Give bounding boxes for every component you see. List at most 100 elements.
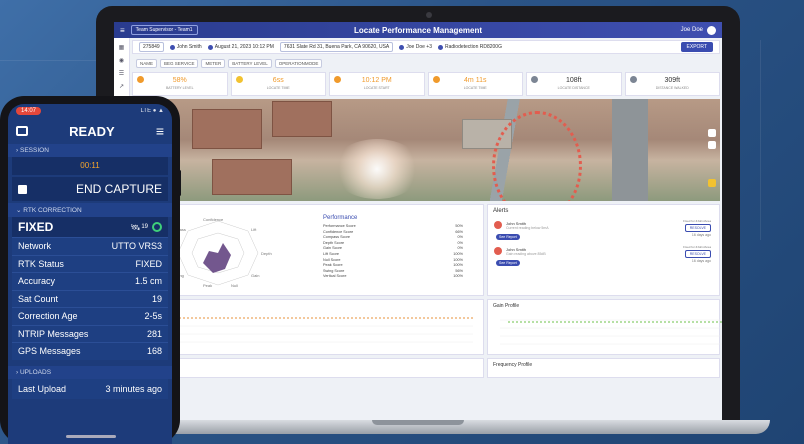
- job-address: 7631 Slate Rd 31, Buena Park, CA 90620, …: [283, 44, 390, 50]
- bottom-row: Frequency Profile: [132, 358, 720, 378]
- signal-icon: LTE ● ▲: [140, 108, 164, 114]
- window-icon[interactable]: [16, 126, 28, 136]
- team-selector[interactable]: Team Supervisor - Team1: [130, 25, 198, 35]
- stat-label: Locate Distance: [557, 86, 590, 90]
- pegman-icon[interactable]: [708, 179, 716, 187]
- performance-panel: Confidence Lift Depth Gain Null Peak Swi…: [132, 204, 484, 296]
- gain-profile-title: Gain Profile: [493, 303, 520, 309]
- timeline-plot: [143, 317, 473, 343]
- frequency-profile-panel: Frequency Profile: [487, 358, 720, 378]
- alert-time: 16 days ago: [691, 259, 711, 263]
- zoom-in-icon[interactable]: [708, 129, 716, 137]
- export-button[interactable]: EXPORT: [680, 42, 713, 52]
- list-icon[interactable]: ☰: [114, 70, 129, 77]
- radar-label: Null: [231, 283, 238, 288]
- perf-value: 100%: [453, 274, 463, 279]
- stat-card: 10:12 PM Locate Start: [329, 72, 425, 96]
- fix-status: FIXED: [18, 220, 54, 234]
- stat-label: Locate Start: [363, 86, 390, 90]
- stat-card: 58% Battery Level: [132, 72, 228, 96]
- walk-icon: [629, 76, 637, 83]
- operator-item: John Smith: [169, 44, 202, 50]
- rtk-key: Sat Count: [18, 293, 59, 304]
- alert-icon: [494, 247, 502, 255]
- phone-side-button: [178, 170, 181, 196]
- end-capture-label: END CAPTURE: [75, 182, 162, 196]
- perf-name: Vertical Score: [323, 274, 347, 279]
- home-indicator[interactable]: [66, 435, 116, 438]
- alerts-title: Alerts: [493, 208, 509, 214]
- clock-icon: [334, 76, 341, 83]
- menu-icon[interactable]: ≡: [156, 123, 164, 139]
- zoom-out-icon[interactable]: [708, 141, 716, 149]
- rtk-key: Accuracy: [18, 276, 56, 287]
- checkbox-icon[interactable]: [18, 184, 27, 194]
- calendar-icon: [207, 44, 213, 50]
- session-timer: 00:11: [12, 157, 168, 175]
- stat-value: 58%: [172, 77, 187, 84]
- map-road: [612, 99, 648, 201]
- gain-profile-chart: Gain Profile: [487, 299, 722, 355]
- phone-screen: 14:07 LTE ● ▲ READY ≡ › SESSION 00:11 EN…: [8, 104, 172, 444]
- charts-row: Gain Profile: [132, 299, 722, 355]
- performance-row: Vertical Score 100%: [323, 274, 463, 280]
- user-avatar-icon[interactable]: [707, 25, 716, 35]
- filter-battery[interactable]: BATTERY LEVEL: [228, 58, 272, 68]
- group-icon: [399, 44, 405, 50]
- map-pin-icon[interactable]: ◉: [114, 57, 129, 64]
- rtk-label-text: RTK CORRECTION: [23, 207, 82, 214]
- device-item: Radiodetection RD8200G: [438, 44, 502, 50]
- rtk-value: 1.5 cm: [134, 276, 162, 287]
- uploads-label-text: UPLOADS: [19, 368, 52, 376]
- stat-value: 4m 11s: [464, 77, 487, 84]
- address-item[interactable]: 7631 Slate Rd 31, Buena Park, CA 90620, …: [279, 42, 394, 52]
- alert-detail: Gain reading above 85dB: [506, 252, 546, 256]
- filter-service[interactable]: BEG SERVICE: [160, 58, 199, 68]
- rtk-value: 19: [151, 293, 162, 304]
- end-capture-button[interactable]: END CAPTURE: [12, 177, 168, 201]
- rtk-key: NTRIP Messages: [18, 328, 89, 339]
- satellite-map[interactable]: [132, 99, 720, 201]
- filter-mode[interactable]: OPERATIONMODE: [274, 58, 323, 68]
- see-report-button[interactable]: See Report: [496, 260, 520, 266]
- alert-item: John Smith Current reading below 5mA See…: [492, 217, 715, 243]
- resolve-button[interactable]: RESOLVE: [684, 250, 711, 258]
- person-icon: [169, 44, 175, 50]
- stat-card: 4m 11s Locate Time: [427, 72, 523, 96]
- last-upload-key: Last Upload: [18, 383, 67, 394]
- radar-label: Gain: [251, 273, 259, 278]
- gain-profile-plot: [500, 319, 722, 345]
- session-label-text: SESSION: [19, 147, 49, 154]
- operator-name: John Smith: [176, 44, 202, 50]
- see-report-button[interactable]: See Report: [496, 234, 520, 240]
- background-line: [0, 60, 100, 61]
- stat-value: 309ft: [664, 77, 681, 84]
- uploads-label: › UPLOADS: [8, 365, 172, 379]
- rtk-key: GPS Messages: [18, 346, 81, 357]
- resolve-button[interactable]: RESOLVE: [684, 224, 711, 232]
- rtk-key: RTK Status: [18, 258, 64, 269]
- device-icon: [438, 44, 443, 50]
- rtk-row: Sat Count 19: [12, 289, 168, 307]
- user-name[interactable]: Joe Doe: [681, 27, 703, 33]
- performance-title: Performance: [323, 215, 358, 221]
- timeline-chart: [132, 299, 484, 355]
- chart-icon[interactable]: ↗: [114, 83, 129, 90]
- filter-name[interactable]: NAME: [136, 58, 158, 68]
- filter-meter[interactable]: METER: [201, 58, 226, 68]
- stat-card: 6ss Locate Time: [230, 72, 326, 96]
- session-label: › SESSION: [8, 144, 172, 157]
- rtk-label: ⌄ RTK CORRECTION: [8, 203, 172, 217]
- filter-bar: NAME BEG SERVICE METER BATTERY LEVEL OPE…: [132, 57, 720, 69]
- team-members: Joe Doe +3: [406, 44, 432, 50]
- phone-time: 14:07: [16, 107, 42, 115]
- rtk-row: Network UTTO VRS3: [12, 237, 168, 255]
- frequency-profile-title: Frequency Profile: [493, 362, 533, 368]
- sun-icon: [235, 76, 243, 83]
- stat-value: 6ss: [272, 77, 284, 84]
- job-id[interactable]: 275849: [139, 42, 164, 52]
- dashboard-icon[interactable]: ▦: [114, 44, 129, 51]
- screen-glare: [332, 139, 422, 199]
- date-item: August 21, 2023 10:12 PM: [207, 44, 274, 50]
- menu-icon[interactable]: ≡: [120, 26, 125, 35]
